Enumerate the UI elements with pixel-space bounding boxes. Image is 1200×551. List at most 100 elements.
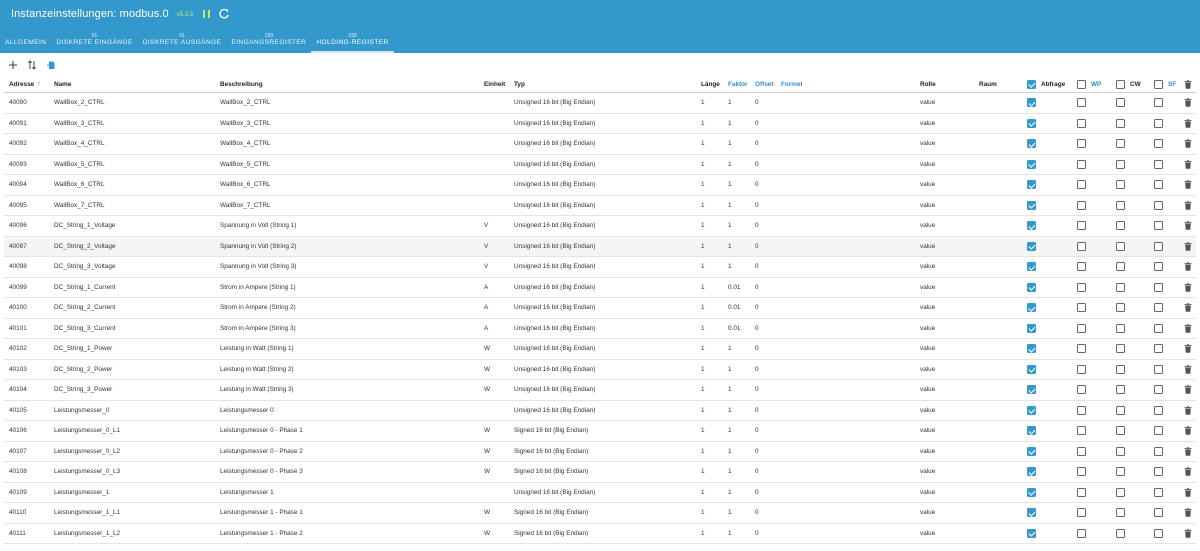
length-cell[interactable]: 1 xyxy=(701,196,705,216)
wp-checkbox[interactable] xyxy=(1077,118,1086,128)
type-cell[interactable]: Unsigned 16 bit (Big Endian) xyxy=(514,175,595,195)
type-cell[interactable]: Unsigned 16 bit (Big Endian) xyxy=(514,257,595,277)
wp-checkbox[interactable] xyxy=(1077,139,1086,149)
wp-checkbox[interactable] xyxy=(1077,446,1086,456)
delete-row-button[interactable] xyxy=(1184,401,1192,421)
delete-row-button[interactable] xyxy=(1184,503,1192,523)
role-cell[interactable]: value xyxy=(920,442,935,462)
factor-cell[interactable]: 1 xyxy=(728,93,732,113)
cw-checkbox[interactable] xyxy=(1116,323,1125,333)
sf-checkbox[interactable] xyxy=(1154,200,1163,210)
import-icon[interactable] xyxy=(46,60,56,70)
offset-cell[interactable]: 0 xyxy=(755,524,759,544)
wp-checkbox[interactable] xyxy=(1077,262,1086,272)
role-cell[interactable]: value xyxy=(920,114,935,134)
address-cell[interactable]: 40103 xyxy=(9,360,27,380)
wp-checkbox[interactable] xyxy=(1077,426,1086,436)
type-cell[interactable]: Unsigned 16 bit (Big Endian) xyxy=(514,196,595,216)
description-cell[interactable]: Leistungsmesser 0 xyxy=(220,401,274,421)
description-cell[interactable]: Spannung in Volt (String 3) xyxy=(220,257,296,277)
address-cell[interactable]: 40096 xyxy=(9,216,27,236)
wp-checkbox[interactable] xyxy=(1077,528,1086,538)
column-header-address[interactable]: Adresse ↑ xyxy=(9,76,41,92)
poll-checkbox[interactable] xyxy=(1027,180,1036,190)
cw-checkbox[interactable] xyxy=(1116,426,1125,436)
address-cell[interactable]: 40091 xyxy=(9,114,27,134)
column-header-type[interactable]: Typ xyxy=(514,76,525,92)
cw-checkbox[interactable] xyxy=(1116,139,1125,149)
address-cell[interactable]: 40093 xyxy=(9,155,27,175)
length-cell[interactable]: 1 xyxy=(701,503,705,523)
cw-checkbox[interactable] xyxy=(1116,385,1125,395)
factor-cell[interactable]: 0.01 xyxy=(728,298,740,318)
address-cell[interactable]: 40099 xyxy=(9,278,27,298)
name-cell[interactable]: WallBox_6_CTRL xyxy=(54,175,105,195)
cw-checkbox[interactable] xyxy=(1116,159,1125,169)
wp-checkbox[interactable] xyxy=(1077,303,1086,313)
offset-cell[interactable]: 0 xyxy=(755,483,759,503)
offset-cell[interactable]: 0 xyxy=(755,462,759,482)
poll-checkbox[interactable] xyxy=(1027,467,1036,477)
factor-cell[interactable]: 1 xyxy=(728,524,732,544)
role-cell[interactable]: value xyxy=(920,257,935,277)
length-cell[interactable]: 1 xyxy=(701,421,705,441)
wp-checkbox[interactable] xyxy=(1077,282,1086,292)
tab-diskrete-eingänge[interactable]: 01 DISKRETE EINGÄNGE xyxy=(51,28,137,53)
description-cell[interactable]: WallBox_2_CTRL xyxy=(220,93,271,113)
type-cell[interactable]: Signed 16 bit (Big Endian) xyxy=(514,524,588,544)
poll-checkbox[interactable] xyxy=(1027,446,1036,456)
cw-checkbox[interactable] xyxy=(1116,405,1125,415)
offset-cell[interactable]: 0 xyxy=(755,319,759,339)
delete-row-button[interactable] xyxy=(1184,237,1192,257)
column-header-unit[interactable]: Einheit xyxy=(484,76,505,92)
role-cell[interactable]: value xyxy=(920,503,935,523)
description-cell[interactable]: Spannung in Volt (String 2) xyxy=(220,237,296,257)
factor-cell[interactable]: 1 xyxy=(728,134,732,154)
role-cell[interactable]: value xyxy=(920,216,935,236)
description-cell[interactable]: Leistungsmesser 0 - Phase 3 xyxy=(220,462,303,482)
wp-checkbox[interactable] xyxy=(1077,221,1086,231)
description-cell[interactable]: Leistungsmesser 1 - Phase 2 xyxy=(220,524,303,544)
table-row[interactable]: 40093 WallBox_5_CTRL WallBox_5_CTRL Unsigne… xyxy=(4,155,1196,175)
table-row[interactable]: 40110 Leistungsmesser_1_L1 Leistungsmesser… xyxy=(4,503,1196,524)
address-cell[interactable]: 40100 xyxy=(9,298,27,318)
wp-checkbox[interactable] xyxy=(1077,487,1086,497)
table-row[interactable]: 40111 Leistungsmesser_1_L2 Leistungsmesser… xyxy=(4,524,1196,544)
cw-checkbox[interactable] xyxy=(1116,282,1125,292)
description-cell[interactable]: Leistung in Watt (String 2) xyxy=(220,360,294,380)
column-header-offset[interactable]: Offset xyxy=(755,76,773,92)
name-cell[interactable]: WallBox_2_CTRL xyxy=(54,93,105,113)
unit-cell[interactable]: W xyxy=(484,503,490,523)
address-cell[interactable]: 40104 xyxy=(9,380,27,400)
column-header-role[interactable]: Rolle xyxy=(920,76,936,92)
wp-checkbox[interactable] xyxy=(1077,180,1086,190)
table-row[interactable]: 40105 Leistungsmesser_0 Leistungsmesser 0 U… xyxy=(4,401,1196,421)
factor-cell[interactable]: 1 xyxy=(728,175,732,195)
length-cell[interactable]: 1 xyxy=(701,483,705,503)
length-cell[interactable]: 1 xyxy=(701,93,705,113)
role-cell[interactable]: value xyxy=(920,278,935,298)
offset-cell[interactable]: 0 xyxy=(755,421,759,441)
address-cell[interactable]: 40107 xyxy=(9,442,27,462)
description-cell[interactable]: WallBox_6_CTRL xyxy=(220,175,271,195)
delete-row-button[interactable] xyxy=(1184,278,1192,298)
factor-cell[interactable]: 1 xyxy=(728,155,732,175)
type-cell[interactable]: Signed 16 bit (Big Endian) xyxy=(514,462,588,482)
table-row[interactable]: 40108 Leistungsmesser_0_L3 Leistungsmesser… xyxy=(4,462,1196,483)
unit-cell[interactable]: W xyxy=(484,339,490,359)
wp-checkbox[interactable] xyxy=(1077,98,1086,108)
type-cell[interactable]: Unsigned 16 bit (Big Endian) xyxy=(514,155,595,175)
description-cell[interactable]: Leistungsmesser 1 - Phase 1 xyxy=(220,503,303,523)
factor-cell[interactable]: 1 xyxy=(728,216,732,236)
role-cell[interactable]: value xyxy=(920,134,935,154)
type-cell[interactable]: Unsigned 16 bit (Big Endian) xyxy=(514,278,595,298)
unit-cell[interactable]: W xyxy=(484,462,490,482)
delete-row-button[interactable] xyxy=(1184,298,1192,318)
length-cell[interactable]: 1 xyxy=(701,524,705,544)
cw-checkbox[interactable] xyxy=(1116,344,1125,354)
unit-cell[interactable]: A xyxy=(484,319,488,339)
role-cell[interactable]: value xyxy=(920,319,935,339)
type-cell[interactable]: Unsigned 16 bit (Big Endian) xyxy=(514,93,595,113)
table-row[interactable]: 40099 DC_String_1_Current Strom in Ampere … xyxy=(4,278,1196,298)
column-header-name[interactable]: Name xyxy=(54,76,71,92)
